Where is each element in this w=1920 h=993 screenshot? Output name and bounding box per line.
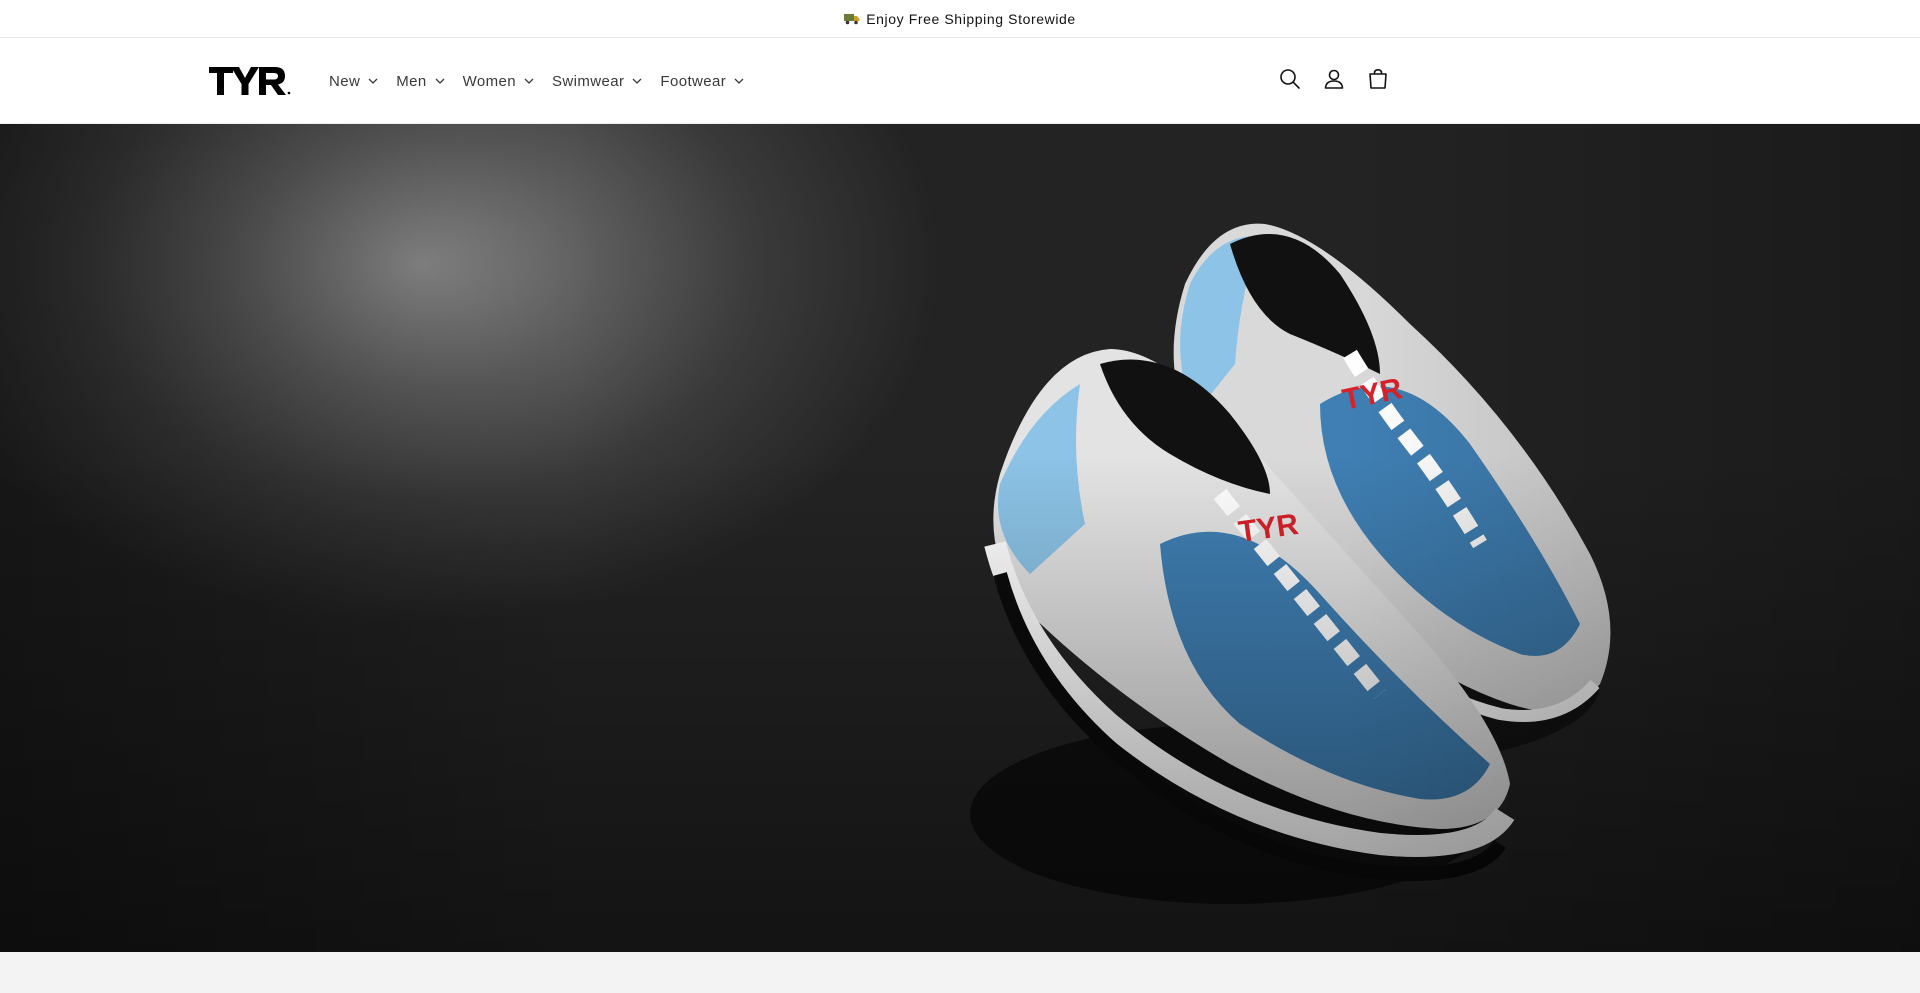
truck-icon	[844, 13, 860, 25]
nav-label: Footwear	[660, 72, 727, 90]
cart-button[interactable]	[1356, 59, 1400, 103]
header-actions	[1268, 38, 1400, 124]
search-button[interactable]	[1268, 59, 1312, 103]
cart-icon	[1367, 68, 1389, 95]
site-header: New Men Women Swimwear Footwear	[0, 38, 1920, 124]
chevron-down-icon	[435, 78, 445, 84]
main-nav: New Men Women Swimwear Footwear	[320, 38, 753, 124]
nav-item-men[interactable]: Men	[387, 61, 453, 101]
nav-label: Men	[396, 72, 427, 90]
nav-item-new[interactable]: New	[320, 61, 387, 101]
nav-label: Swimwear	[552, 72, 625, 90]
nav-item-footwear[interactable]: Footwear	[651, 61, 753, 101]
announcement-text: Enjoy Free Shipping Storewide	[866, 10, 1076, 27]
nav-item-women[interactable]: Women	[454, 61, 543, 101]
nav-item-swimwear[interactable]: Swimwear	[543, 61, 651, 101]
nav-label: Women	[462, 72, 517, 90]
search-icon	[1279, 68, 1301, 95]
account-button[interactable]	[1312, 59, 1356, 103]
chevron-down-icon	[632, 78, 642, 84]
chevron-down-icon	[368, 78, 378, 84]
tyr-logo[interactable]	[209, 65, 291, 97]
hero-banner[interactable]: TYR TYR	[0, 124, 1920, 952]
announcement-bar: Enjoy Free Shipping Storewide	[0, 0, 1920, 38]
nav-label: New	[329, 72, 361, 90]
content-section-background	[0, 952, 1920, 993]
chevron-down-icon	[524, 78, 534, 84]
hero-image: TYR TYR	[970, 223, 1611, 904]
chevron-down-icon	[734, 78, 744, 84]
account-icon	[1323, 68, 1345, 95]
